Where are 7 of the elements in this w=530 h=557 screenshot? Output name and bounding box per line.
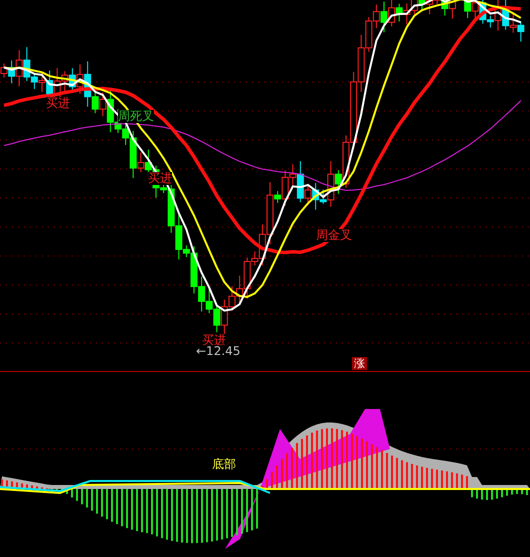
buy-signal-label: 买进: [46, 97, 70, 110]
bottom-signal-label: 底部: [212, 458, 236, 471]
crossover-label: 周金叉: [316, 229, 352, 242]
rise-badge: 涨: [352, 357, 367, 370]
crossover-label: 周死叉: [118, 110, 154, 123]
buy-signal-label: 买进: [148, 172, 172, 185]
low-price-label: ←12.45: [196, 345, 240, 358]
